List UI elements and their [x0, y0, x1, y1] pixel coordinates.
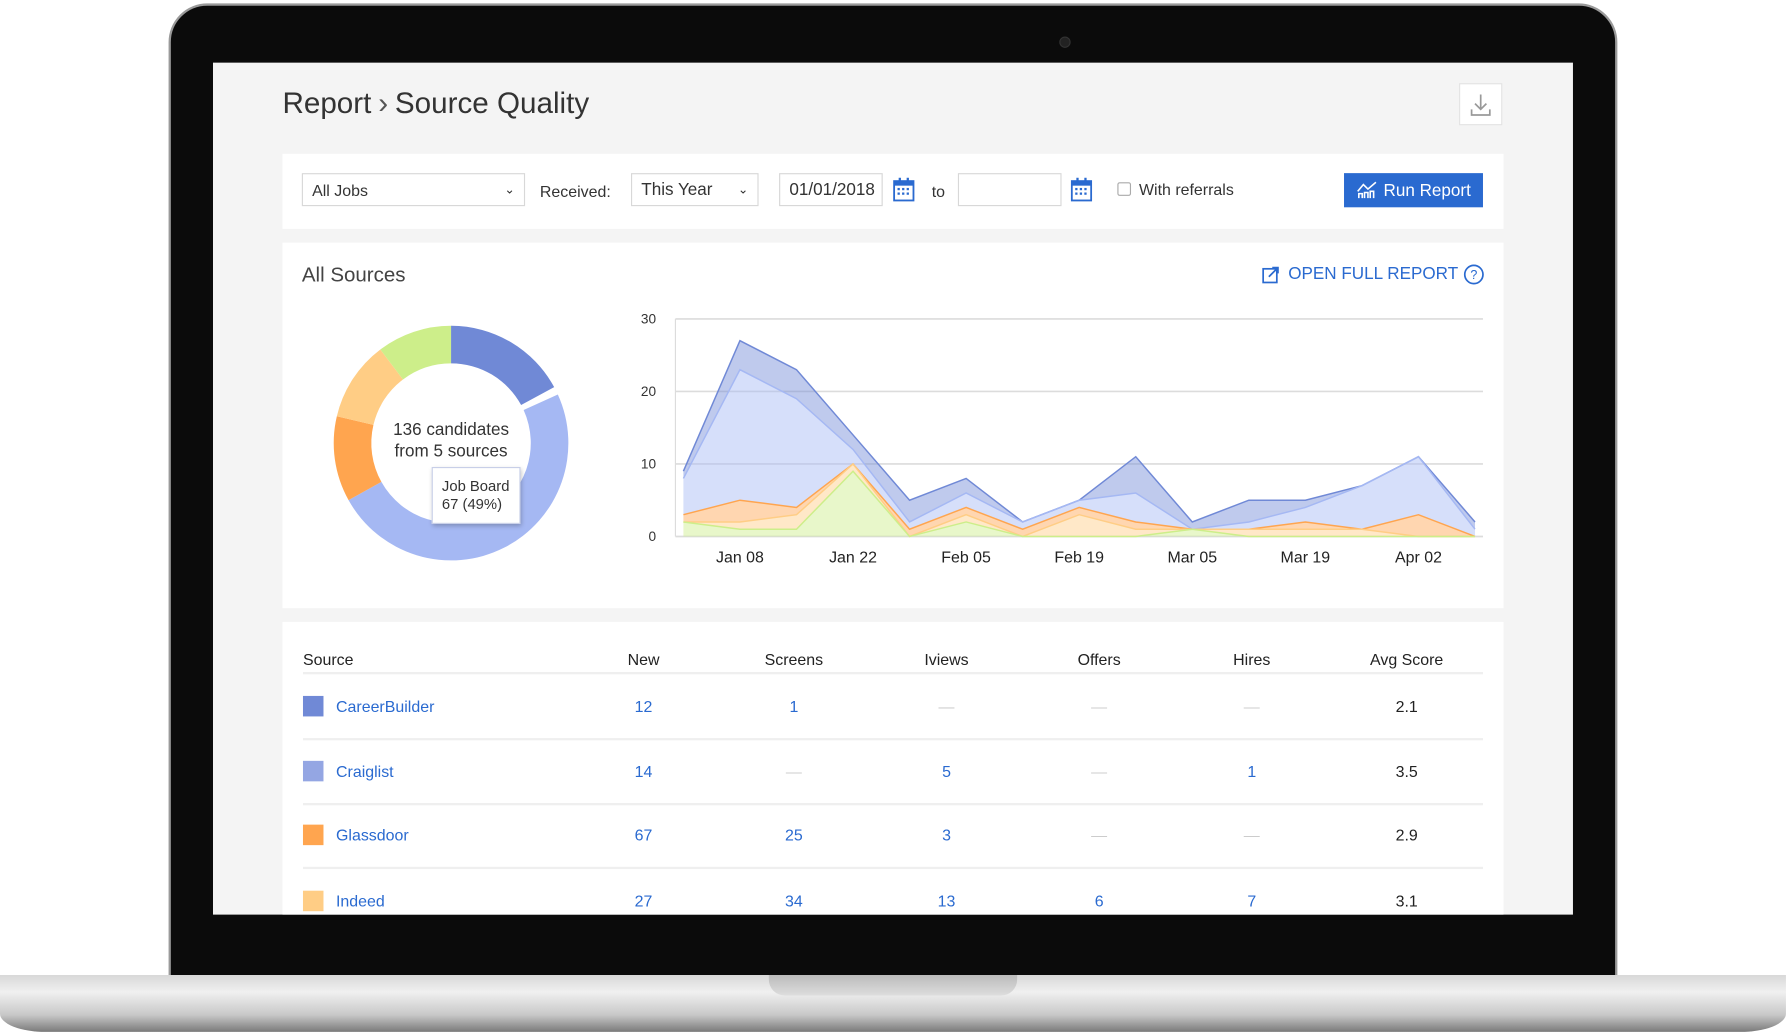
table-cell[interactable]: 13: [938, 892, 956, 910]
x-tick-label: Mar 19: [1281, 550, 1331, 567]
laptop-notch: [768, 974, 1018, 996]
table-cell[interactable]: 1: [1247, 762, 1256, 780]
table-cell[interactable]: 5: [942, 762, 951, 780]
source-table-panel: [282, 621, 1504, 915]
table-cell[interactable]: 25: [785, 826, 803, 844]
area-chart: 0 10 20 30 Jan 08 Jan 22 Feb 05 Feb 19 Mar 05 Mar…: [641, 311, 1483, 567]
table-cell: —: [1243, 697, 1260, 716]
table-cell[interactable]: 1: [789, 697, 798, 715]
table-cell: 2.9: [1395, 825, 1418, 844]
source-color-swatch: [302, 760, 324, 782]
source-name-link[interactable]: Craiglist: [336, 762, 394, 780]
x-tick-label: Feb 05: [941, 550, 991, 567]
y-tick-label: 20: [641, 384, 657, 399]
table-cell: 3.5: [1395, 761, 1418, 781]
y-tick-label: 10: [641, 457, 657, 472]
source-name-link[interactable]: Glassdoor: [336, 826, 409, 844]
table-cell[interactable]: 6: [1095, 892, 1104, 910]
table-cell: —: [1091, 697, 1108, 716]
column-header[interactable]: Offers: [1078, 650, 1121, 668]
table-cell[interactable]: 27: [635, 892, 653, 910]
column-header[interactable]: Hires: [1233, 650, 1270, 668]
table-cell: —: [1091, 825, 1108, 844]
source-color-swatch: [302, 890, 324, 912]
column-header[interactable]: Iviews: [924, 650, 968, 668]
y-tick-label: 30: [641, 311, 657, 326]
column-header[interactable]: Avg Score: [1370, 650, 1443, 668]
table-cell: 2.1: [1395, 697, 1418, 716]
table-cell[interactable]: 12: [635, 697, 653, 715]
table-cell: —: [1091, 761, 1108, 781]
column-header[interactable]: Screens: [765, 650, 823, 668]
table-cell[interactable]: 3: [942, 826, 951, 844]
camera: [1059, 36, 1071, 48]
source-name-link[interactable]: CareerBuilder: [336, 697, 434, 715]
table-cell[interactable]: 14: [635, 762, 653, 780]
table-cell: —: [938, 697, 955, 716]
table-cell[interactable]: 34: [785, 892, 803, 910]
table-cell: —: [785, 761, 802, 781]
table-cell: 3.1: [1395, 891, 1418, 911]
x-tick-label: Apr 02: [1395, 550, 1442, 567]
column-header[interactable]: New: [628, 650, 660, 668]
source-name-link[interactable]: Indeed: [336, 892, 385, 910]
x-tick-label: Jan 22: [829, 550, 877, 567]
x-tick-label: Feb 19: [1054, 550, 1104, 567]
header-divider: [302, 672, 1483, 675]
row-divider: [302, 802, 1483, 806]
source-color-swatch: [302, 695, 324, 717]
y-tick-label: 0: [648, 529, 656, 544]
x-tick-label: Mar 05: [1167, 550, 1217, 567]
screen: Report › Source Quality All Jobs ⌄ Received…: [212, 62, 1573, 915]
row-divider: [302, 738, 1483, 741]
table-cell[interactable]: 67: [635, 826, 653, 844]
table-cell[interactable]: 7: [1247, 892, 1256, 910]
x-tick-label: Jan 08: [716, 550, 764, 567]
row-divider: [302, 866, 1483, 870]
table-cell: —: [1243, 825, 1260, 844]
source-color-swatch: [302, 824, 324, 846]
column-header[interactable]: Source: [303, 650, 354, 668]
